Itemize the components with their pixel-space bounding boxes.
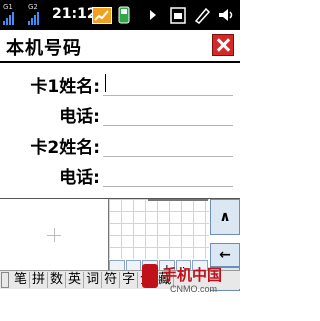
card2-phone-label: 电话: [59,168,100,188]
scroll-up-button[interactable]: ∧ [210,199,240,235]
toolbar-pinyin[interactable]: 拼 [30,272,49,288]
page-title: 本机号码 [6,38,82,59]
pen-icon[interactable] [192,5,212,25]
watermark-text: 手机中国 [162,266,223,284]
toolbar-symbol[interactable]: 符 [102,272,121,288]
grid-divider [148,199,208,201]
card2-name-label: 卡2姓名: [30,138,100,158]
text-caret [105,74,106,92]
watermark-url: CNMO.com [170,284,217,294]
signal-g2-icon: G2 [28,3,46,27]
sim2-label: G2 [28,3,38,11]
card2-name-row: 卡2姓名: [0,131,240,161]
watermark: 手机中国 CNMO.com [140,262,238,298]
card1-phone-label: 电话: [59,107,100,127]
card2-name-field[interactable] [103,156,233,157]
card1-phone-field[interactable] [103,125,233,126]
toolbar-handle[interactable] [1,272,9,288]
clock[interactable]: 21:12 [52,6,97,22]
card1-name-row: 卡1姓名: [0,70,240,100]
brand-logo-icon [142,264,158,288]
handwriting-area[interactable] [0,199,109,271]
sim-card-icon[interactable] [168,5,188,25]
close-button[interactable] [212,34,234,56]
toolbar-pen[interactable]: 笔 [12,272,31,288]
volume-icon[interactable] [216,5,236,25]
phone-icon[interactable] [116,5,132,25]
card2-phone-field[interactable] [103,186,233,187]
backspace-icon: ← [219,247,231,263]
status-bar: G1 G2 21:12 [0,0,240,30]
candidate-grid[interactable] [109,199,209,259]
arrow-icon[interactable] [150,10,156,20]
toolbar-number[interactable]: 数 [48,272,67,288]
input-panel: ∧ ← ↵ , . ? ! : 。 [0,198,240,321]
title-bar: 本机号码 [0,30,240,63]
trend-icon[interactable] [92,7,112,24]
scroll-up-icon: ∧ [219,209,231,225]
toolbar-english[interactable]: 英 [66,272,85,288]
card2-phone-row: 电话: [0,161,240,191]
toolbar-phrase[interactable]: 词 [84,272,103,288]
card1-name-field[interactable] [103,95,233,96]
card1-name-label: 卡1姓名: [30,77,100,97]
sim1-label: G1 [3,3,13,11]
toolbar-char[interactable]: 字 [120,272,139,288]
signal-g1-icon: G1 [3,3,21,27]
card1-phone-row: 电话: [0,100,240,130]
